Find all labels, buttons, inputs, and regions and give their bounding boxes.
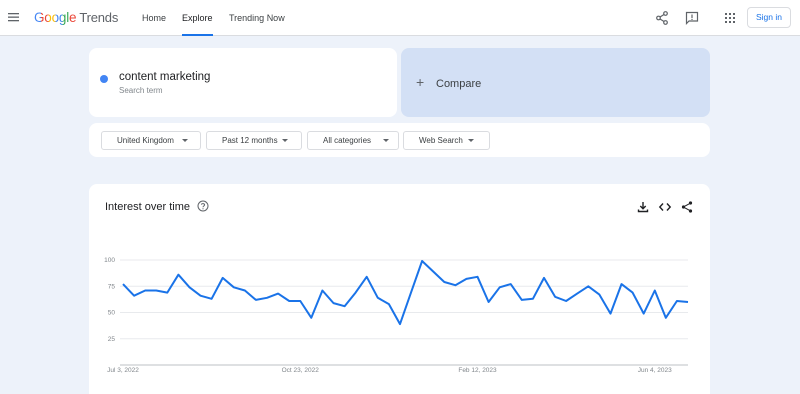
feedback-icon[interactable] <box>684 10 700 26</box>
region-select-value: United Kingdom <box>117 136 174 145</box>
x-tick-label: Oct 23, 2022 <box>282 367 320 374</box>
x-tick-label: Jul 3, 2022 <box>107 367 139 374</box>
interest-line-chart: 25 50 75 100 Jul 3, 2022 Oct 23, 2022 Feb 12, … <box>104 257 689 374</box>
series-color-dot <box>100 75 108 83</box>
y-tick-label: 25 <box>108 336 116 343</box>
share-icon[interactable] <box>654 10 670 26</box>
search-term-card[interactable]: content marketing Search term <box>89 48 397 117</box>
menu-icon[interactable] <box>8 11 20 23</box>
interest-over-time-card: Interest over time 25 50 75 100 Jul 3, 2022 O… <box>89 184 710 394</box>
category-select[interactable]: All categories <box>307 131 399 150</box>
period-select-value: Past 12 months <box>222 136 278 145</box>
plus-icon: + <box>416 74 425 90</box>
google-trends-logo[interactable]: Google Trends <box>34 10 118 25</box>
search-term[interactable]: content marketing <box>119 71 210 83</box>
top-app-bar: Google Trends Home Explore Trending Now S… <box>0 0 800 36</box>
series-line-content-marketing[interactable] <box>122 260 689 326</box>
nav-explore[interactable]: Explore <box>182 0 213 36</box>
y-tick-label: 100 <box>104 257 115 264</box>
nav-home[interactable]: Home <box>142 0 166 36</box>
caret-down-icon <box>468 139 474 142</box>
compare-label: Compare <box>436 78 482 90</box>
filter-bar: United Kingdom Past 12 months All catego… <box>89 123 710 157</box>
x-tick-label: Jun 4, 2023 <box>638 367 672 374</box>
search-term-subtitle: Search term <box>119 86 163 95</box>
region-select[interactable]: United Kingdom <box>101 131 201 150</box>
apps-grid-icon[interactable] <box>722 10 738 26</box>
caret-down-icon <box>383 139 389 142</box>
caret-down-icon <box>182 139 188 142</box>
caret-down-icon <box>282 139 288 142</box>
y-tick-label: 50 <box>108 310 116 317</box>
period-select[interactable]: Past 12 months <box>206 131 302 150</box>
logo-trends: Trends <box>79 10 119 25</box>
nav-trending-now[interactable]: Trending Now <box>229 0 285 36</box>
sign-in-button[interactable]: Sign in <box>747 7 791 28</box>
property-select-value: Web Search <box>419 136 463 145</box>
logo-google: Google <box>34 10 77 25</box>
compare-button[interactable]: + Compare <box>401 48 710 117</box>
category-select-value: All categories <box>323 136 372 145</box>
property-select[interactable]: Web Search <box>403 131 490 150</box>
x-tick-label: Feb 12, 2023 <box>458 367 497 374</box>
y-tick-label: 75 <box>108 283 116 290</box>
